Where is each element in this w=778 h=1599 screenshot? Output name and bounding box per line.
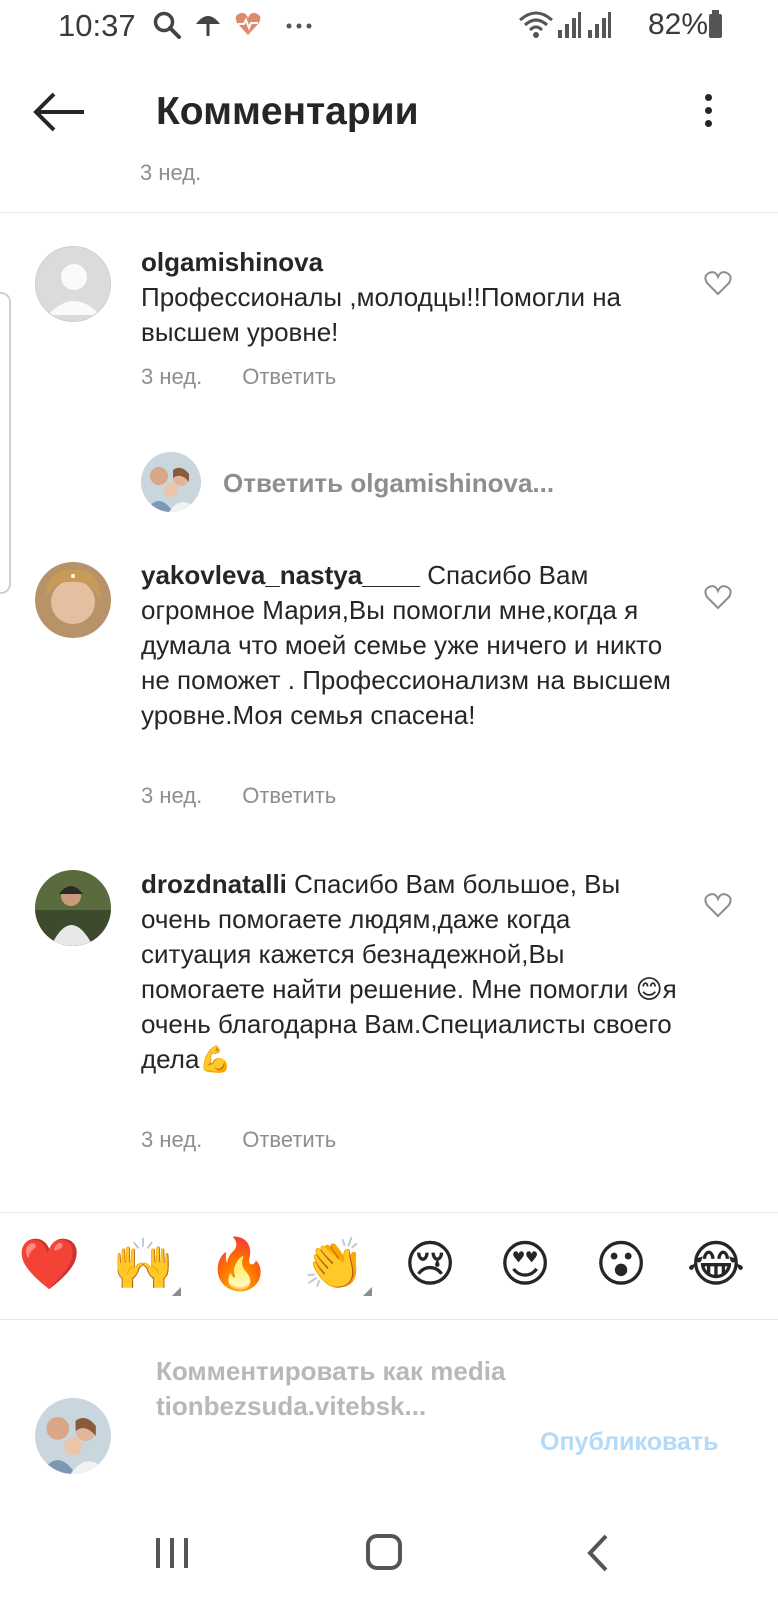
reply-button[interactable]: Ответить — [242, 364, 336, 389]
more-vertical-icon — [698, 94, 718, 127]
comment-meta: 3 нед. Ответить — [141, 364, 336, 390]
comment-username[interactable]: yakovleva_nastya____ — [141, 560, 420, 590]
avatar[interactable] — [35, 246, 111, 322]
battery-percent: 82% — [647, 8, 708, 41]
user-photo-icon — [35, 562, 111, 638]
skin-tone-indicator — [363, 1287, 372, 1296]
comment-text: Профессионалы ,молодцы!!Помогли на высше… — [141, 282, 622, 347]
comment-text: Спасибо Вам большое, Вы очень помогаете … — [141, 869, 677, 1074]
heart-outline-icon — [704, 893, 732, 918]
more-dots-icon — [286, 23, 312, 29]
comment-username[interactable]: olgamishinova — [141, 245, 681, 280]
signal-icon — [558, 12, 581, 38]
publish-button[interactable]: Опубликовать — [540, 1428, 719, 1457]
scroll-handle[interactable] — [0, 292, 11, 594]
heart-pulse-icon — [235, 12, 261, 35]
like-button[interactable] — [704, 270, 732, 296]
comment-time: 3 нед. — [141, 783, 203, 808]
comment-meta: 3 нед. Ответить — [141, 1127, 336, 1153]
umbrella-icon — [196, 16, 220, 36]
comment-body: drozdnatalli Спасибо Вам большое, Вы оче… — [141, 867, 681, 1077]
family-photo-icon — [35, 1398, 111, 1474]
arrow-left-icon — [33, 92, 84, 132]
emoji-raised-hands[interactable]: 🙌 — [112, 1233, 174, 1295]
comment-input[interactable]: Комментировать как mediationbezsuda.vite… — [156, 1354, 506, 1424]
page-title: Комментарии — [156, 90, 419, 133]
more-options-button[interactable] — [698, 90, 718, 134]
system-nav-bar — [0, 1506, 778, 1599]
comment-time: 3 нед. — [141, 364, 203, 389]
my-avatar — [35, 1398, 111, 1474]
family-photo-icon — [141, 452, 201, 512]
home-button[interactable] — [354, 1528, 414, 1578]
emoji-tears-of-joy[interactable]: 😂 — [685, 1233, 747, 1295]
reply-button[interactable]: Ответить — [242, 783, 336, 808]
emoji-crying[interactable]: 😢 — [399, 1233, 461, 1295]
header: Комментарии — [0, 62, 778, 162]
divider — [0, 212, 778, 213]
my-avatar — [141, 452, 201, 512]
heart-outline-icon — [704, 585, 732, 610]
recent-apps-button[interactable] — [142, 1528, 202, 1578]
back-nav-button[interactable] — [568, 1528, 628, 1578]
status-time: 10:37 — [58, 8, 136, 43]
comment-time: 3 нед. — [141, 1127, 203, 1152]
default-user-icon — [48, 264, 100, 315]
emoji-surprised[interactable]: 😮 — [590, 1233, 652, 1295]
comment-meta: 3 нед. Ответить — [141, 783, 336, 809]
comment-username[interactable]: drozdnatalli — [141, 869, 287, 899]
previous-comment-time: 3 нед. — [140, 160, 202, 185]
comment-body: olgamishinova Профессионалы ,молодцы!!По… — [141, 245, 681, 350]
chevron-left-icon — [587, 1534, 608, 1572]
like-button[interactable] — [704, 892, 732, 918]
avatar[interactable] — [35, 562, 111, 638]
home-icon — [366, 1534, 402, 1570]
search-icon — [153, 11, 181, 39]
avatar[interactable] — [35, 870, 111, 946]
status-bar: 10:37 82% — [0, 0, 778, 52]
reply-input[interactable]: Ответить olgamishinova... — [223, 468, 554, 499]
wifi-icon — [519, 11, 553, 38]
back-button[interactable] — [30, 90, 90, 134]
emoji-clapping[interactable]: 👏 — [303, 1233, 365, 1295]
emoji-heart-eyes[interactable]: 😍 — [494, 1233, 556, 1295]
skin-tone-indicator — [172, 1287, 181, 1296]
recent-apps-icon — [156, 1538, 188, 1568]
battery-icon — [709, 10, 722, 38]
like-button[interactable] — [704, 584, 732, 610]
comment-body: yakovleva_nastya____ Спасибо Вам огромно… — [141, 558, 681, 733]
signal-icon — [588, 12, 611, 38]
heart-outline-icon — [704, 271, 732, 296]
quick-emoji-bar: ❤️ 🙌 🔥 👏 😢 😍 😮 😂 — [0, 1212, 778, 1320]
user-photo-icon — [35, 870, 111, 946]
emoji-fire[interactable]: 🔥 — [208, 1233, 270, 1295]
emoji-heart[interactable]: ❤️ — [18, 1233, 80, 1295]
reply-button[interactable]: Ответить — [242, 1127, 336, 1152]
